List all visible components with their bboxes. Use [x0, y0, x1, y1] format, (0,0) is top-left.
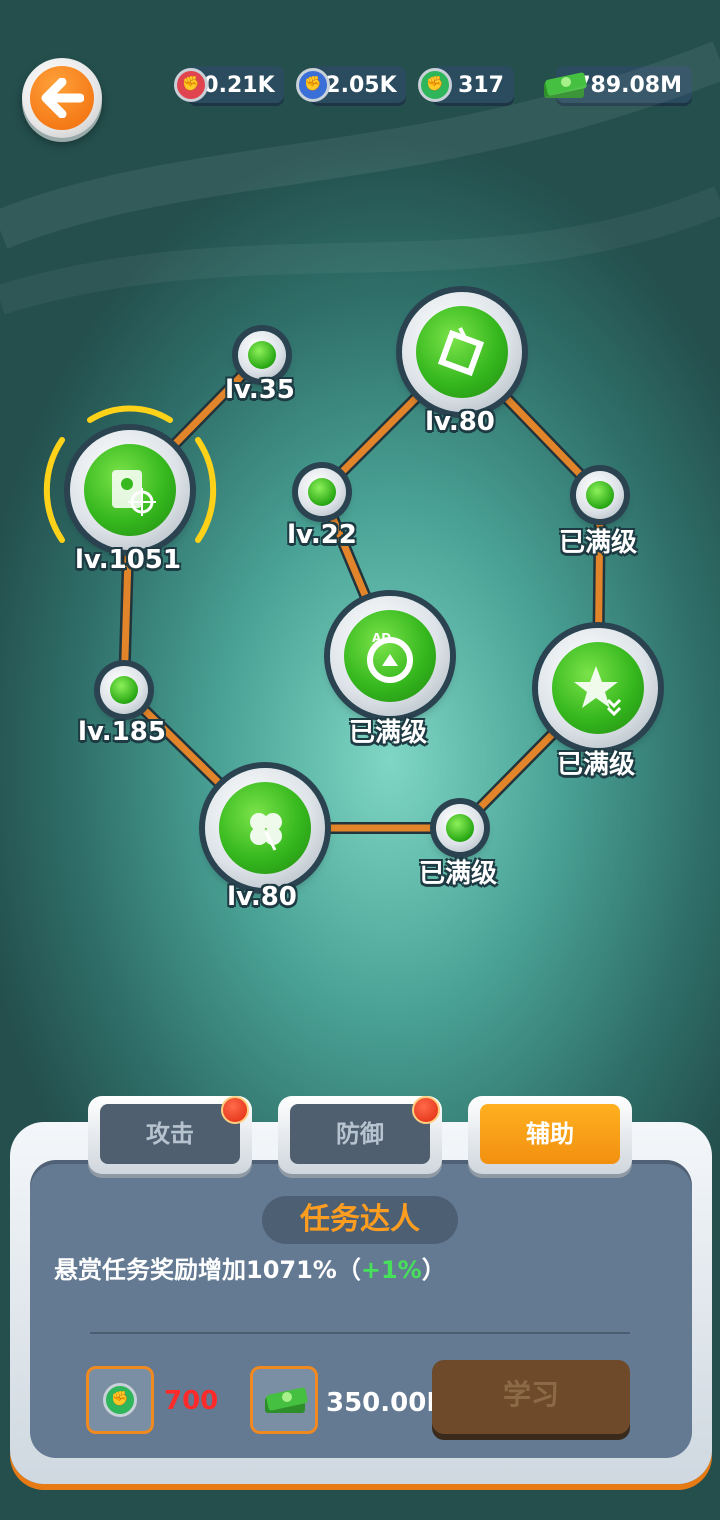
node-level-label: lv.35 [225, 375, 295, 405]
green-orb-icon [446, 814, 474, 842]
node-level-label: lv.80 [425, 407, 495, 437]
cash-stack-icon [265, 1387, 308, 1413]
node-level-label: lv.185 [78, 717, 166, 747]
skill-name: 任务达人 [262, 1196, 458, 1244]
divider [90, 1332, 630, 1334]
tab-label: 辅助 [480, 1104, 620, 1164]
skill-node-target-card[interactable] [70, 430, 190, 550]
bonus-text: +1% [360, 1256, 422, 1284]
skill-node-small[interactable] [576, 471, 624, 519]
skill-node-clover[interactable] [205, 768, 325, 888]
svg-text:AD: AD [372, 631, 391, 645]
green-orb-icon [586, 481, 614, 509]
node-level-label: lv.80 [227, 882, 297, 912]
clover-icon [219, 782, 311, 874]
coin-cost-value: 700 [164, 1386, 219, 1416]
green-fist-coin-icon: ✊ [103, 1383, 137, 1417]
green-orb-icon [248, 341, 276, 369]
node-level-label: lv.1051 [75, 545, 181, 575]
skill-node-block[interactable] [402, 292, 522, 412]
skill-node-star[interactable] [538, 628, 658, 748]
skill-node-small[interactable] [238, 331, 286, 379]
skill-node-small[interactable] [100, 666, 148, 714]
ad-wheel-icon: AD [344, 610, 436, 702]
notification-dot [221, 1096, 249, 1124]
skill-node-ad[interactable]: AD [330, 596, 450, 716]
cash-cost-value: 350.00K [326, 1388, 447, 1418]
skill-node-small[interactable] [298, 468, 346, 516]
tab-label: 攻击 [100, 1104, 240, 1164]
notification-dot [412, 1096, 440, 1124]
node-level-label: lv.22 [287, 520, 357, 550]
cash-cost-icon-box [250, 1366, 318, 1434]
skill-description: 悬赏任务奖励增加1071%（+1%） [54, 1250, 446, 1285]
node-level-label: 已满级 [558, 528, 638, 558]
node-level-label: 已满级 [348, 718, 428, 748]
coin-cost-icon-box: ✊ [86, 1366, 154, 1434]
target-card-icon [84, 444, 176, 536]
green-orb-icon [308, 478, 336, 506]
tab-support[interactable]: 辅助 [468, 1096, 632, 1174]
node-level-label: 已满级 [556, 750, 636, 780]
tab-label: 防御 [290, 1104, 430, 1164]
description-end: ） [421, 1256, 446, 1284]
green-orb-icon [110, 676, 138, 704]
skill-node-small[interactable] [436, 804, 484, 852]
learn-button[interactable]: 学习 [432, 1360, 630, 1434]
node-level-label: 已满级 [418, 859, 498, 889]
broken-block-icon [416, 306, 508, 398]
star-upgrade-icon [552, 642, 644, 734]
description-text: 悬赏任务奖励增加1071%（ [54, 1256, 361, 1284]
